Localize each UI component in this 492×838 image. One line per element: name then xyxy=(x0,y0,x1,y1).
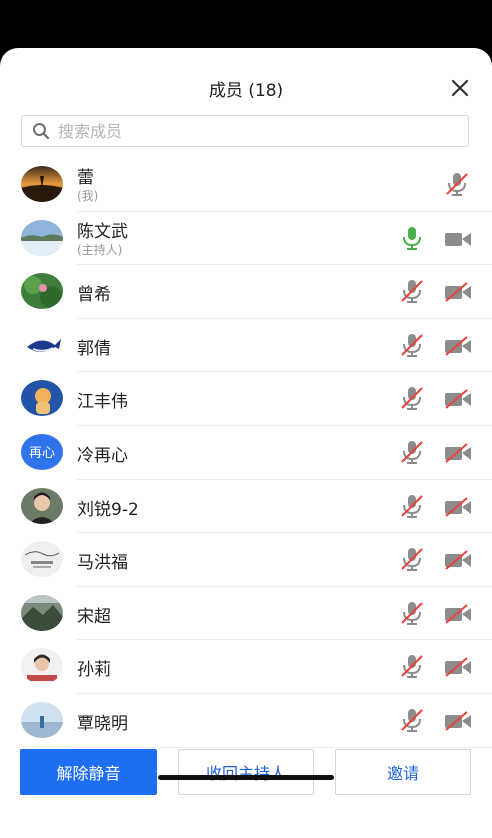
camera-off-icon[interactable] xyxy=(443,603,473,625)
camera-off-icon[interactable] xyxy=(443,335,473,357)
reclaim-host-button[interactable]: 收回主持人 xyxy=(178,749,314,795)
search-box[interactable] xyxy=(21,115,469,147)
mic-muted-icon[interactable] xyxy=(399,332,425,358)
member-row[interactable]: 宋超 xyxy=(0,587,492,641)
avatar xyxy=(21,273,63,310)
search-input[interactable] xyxy=(56,120,440,142)
camera-icon[interactable] xyxy=(443,228,473,250)
member-row[interactable]: 蕾 (我) xyxy=(0,158,492,212)
member-list: 蕾 (我) 陈文武 (主持人) 曾希 郭倩 江丰伟 再心 冷再心 刘锐9-2 马洪福 宋超 孙莉 覃晓明 xyxy=(0,158,492,748)
camera-off-icon[interactable] xyxy=(443,656,473,678)
avatar xyxy=(21,380,63,417)
member-row[interactable]: 再心 冷再心 xyxy=(0,426,492,480)
member-role: (我) xyxy=(77,189,99,203)
member-row[interactable]: 郭倩 xyxy=(0,319,492,373)
member-name: 孙莉 xyxy=(77,660,111,681)
member-row[interactable]: 陈文武 (主持人) xyxy=(0,212,492,266)
mic-muted-icon[interactable] xyxy=(444,171,470,197)
mic-icon[interactable] xyxy=(399,225,425,251)
member-name: 马洪福 xyxy=(77,553,128,574)
camera-off-icon[interactable] xyxy=(443,442,473,464)
mic-muted-icon[interactable] xyxy=(399,385,425,411)
page-title: 成员 (18) xyxy=(208,81,284,101)
close-icon[interactable] xyxy=(450,78,470,98)
mic-muted-icon[interactable] xyxy=(399,493,425,519)
avatar xyxy=(21,594,63,631)
member-name: 陈文武 xyxy=(77,221,128,242)
camera-off-icon[interactable] xyxy=(443,281,473,303)
avatar xyxy=(21,166,63,202)
member-name: 冷再心 xyxy=(77,445,128,466)
member-row[interactable]: 江丰伟 xyxy=(0,372,492,426)
camera-off-icon[interactable] xyxy=(443,710,473,732)
members-panel: 成员 (18) 蕾(我)陈文武(主持人)曾希郭倩江丰伟再心冷再心刘锐9-2马洪福… xyxy=(0,48,492,838)
member-role: (主持人) xyxy=(77,242,123,257)
member-name: 刘锐9-2 xyxy=(77,499,139,520)
member-name: 江丰伟 xyxy=(77,392,128,413)
avatar xyxy=(21,541,63,578)
member-row[interactable]: 曾希 xyxy=(0,265,492,319)
member-row[interactable]: 孙莉 xyxy=(0,640,492,694)
member-name: 郭倩 xyxy=(77,338,111,359)
action-bar: 解除静音 收回主持人 邀请 xyxy=(0,748,492,838)
member-row[interactable]: 马洪福 xyxy=(0,533,492,587)
camera-off-icon[interactable] xyxy=(443,549,473,571)
member-name: 曾希 xyxy=(77,285,111,306)
mic-muted-icon[interactable] xyxy=(399,278,425,304)
camera-off-icon[interactable] xyxy=(443,496,473,518)
home-indicator xyxy=(158,775,334,780)
mic-muted-icon[interactable] xyxy=(399,653,425,679)
member-row[interactable]: 刘锐9-2 xyxy=(0,480,492,534)
avatar: 再心 xyxy=(21,433,63,470)
invite-button[interactable]: 邀请 xyxy=(335,749,471,795)
avatar xyxy=(21,648,63,685)
avatar xyxy=(21,326,63,363)
search-icon xyxy=(33,123,50,140)
avatar xyxy=(21,219,63,256)
unmute-all-button[interactable]: 解除静音 xyxy=(20,749,157,795)
mic-muted-icon[interactable] xyxy=(399,546,425,572)
camera-off-icon[interactable] xyxy=(443,388,473,410)
member-name: 覃晓明 xyxy=(77,713,128,734)
member-name: 宋超 xyxy=(77,606,111,627)
member-name: 蕾 xyxy=(77,168,94,188)
mic-muted-icon[interactable] xyxy=(399,439,425,465)
mic-muted-icon[interactable] xyxy=(399,600,425,626)
avatar xyxy=(21,487,63,524)
member-row[interactable]: 覃晓明 xyxy=(0,694,492,748)
mic-muted-icon[interactable] xyxy=(399,707,425,733)
panel-header: 成员 (18) xyxy=(0,48,492,147)
avatar xyxy=(21,701,63,738)
